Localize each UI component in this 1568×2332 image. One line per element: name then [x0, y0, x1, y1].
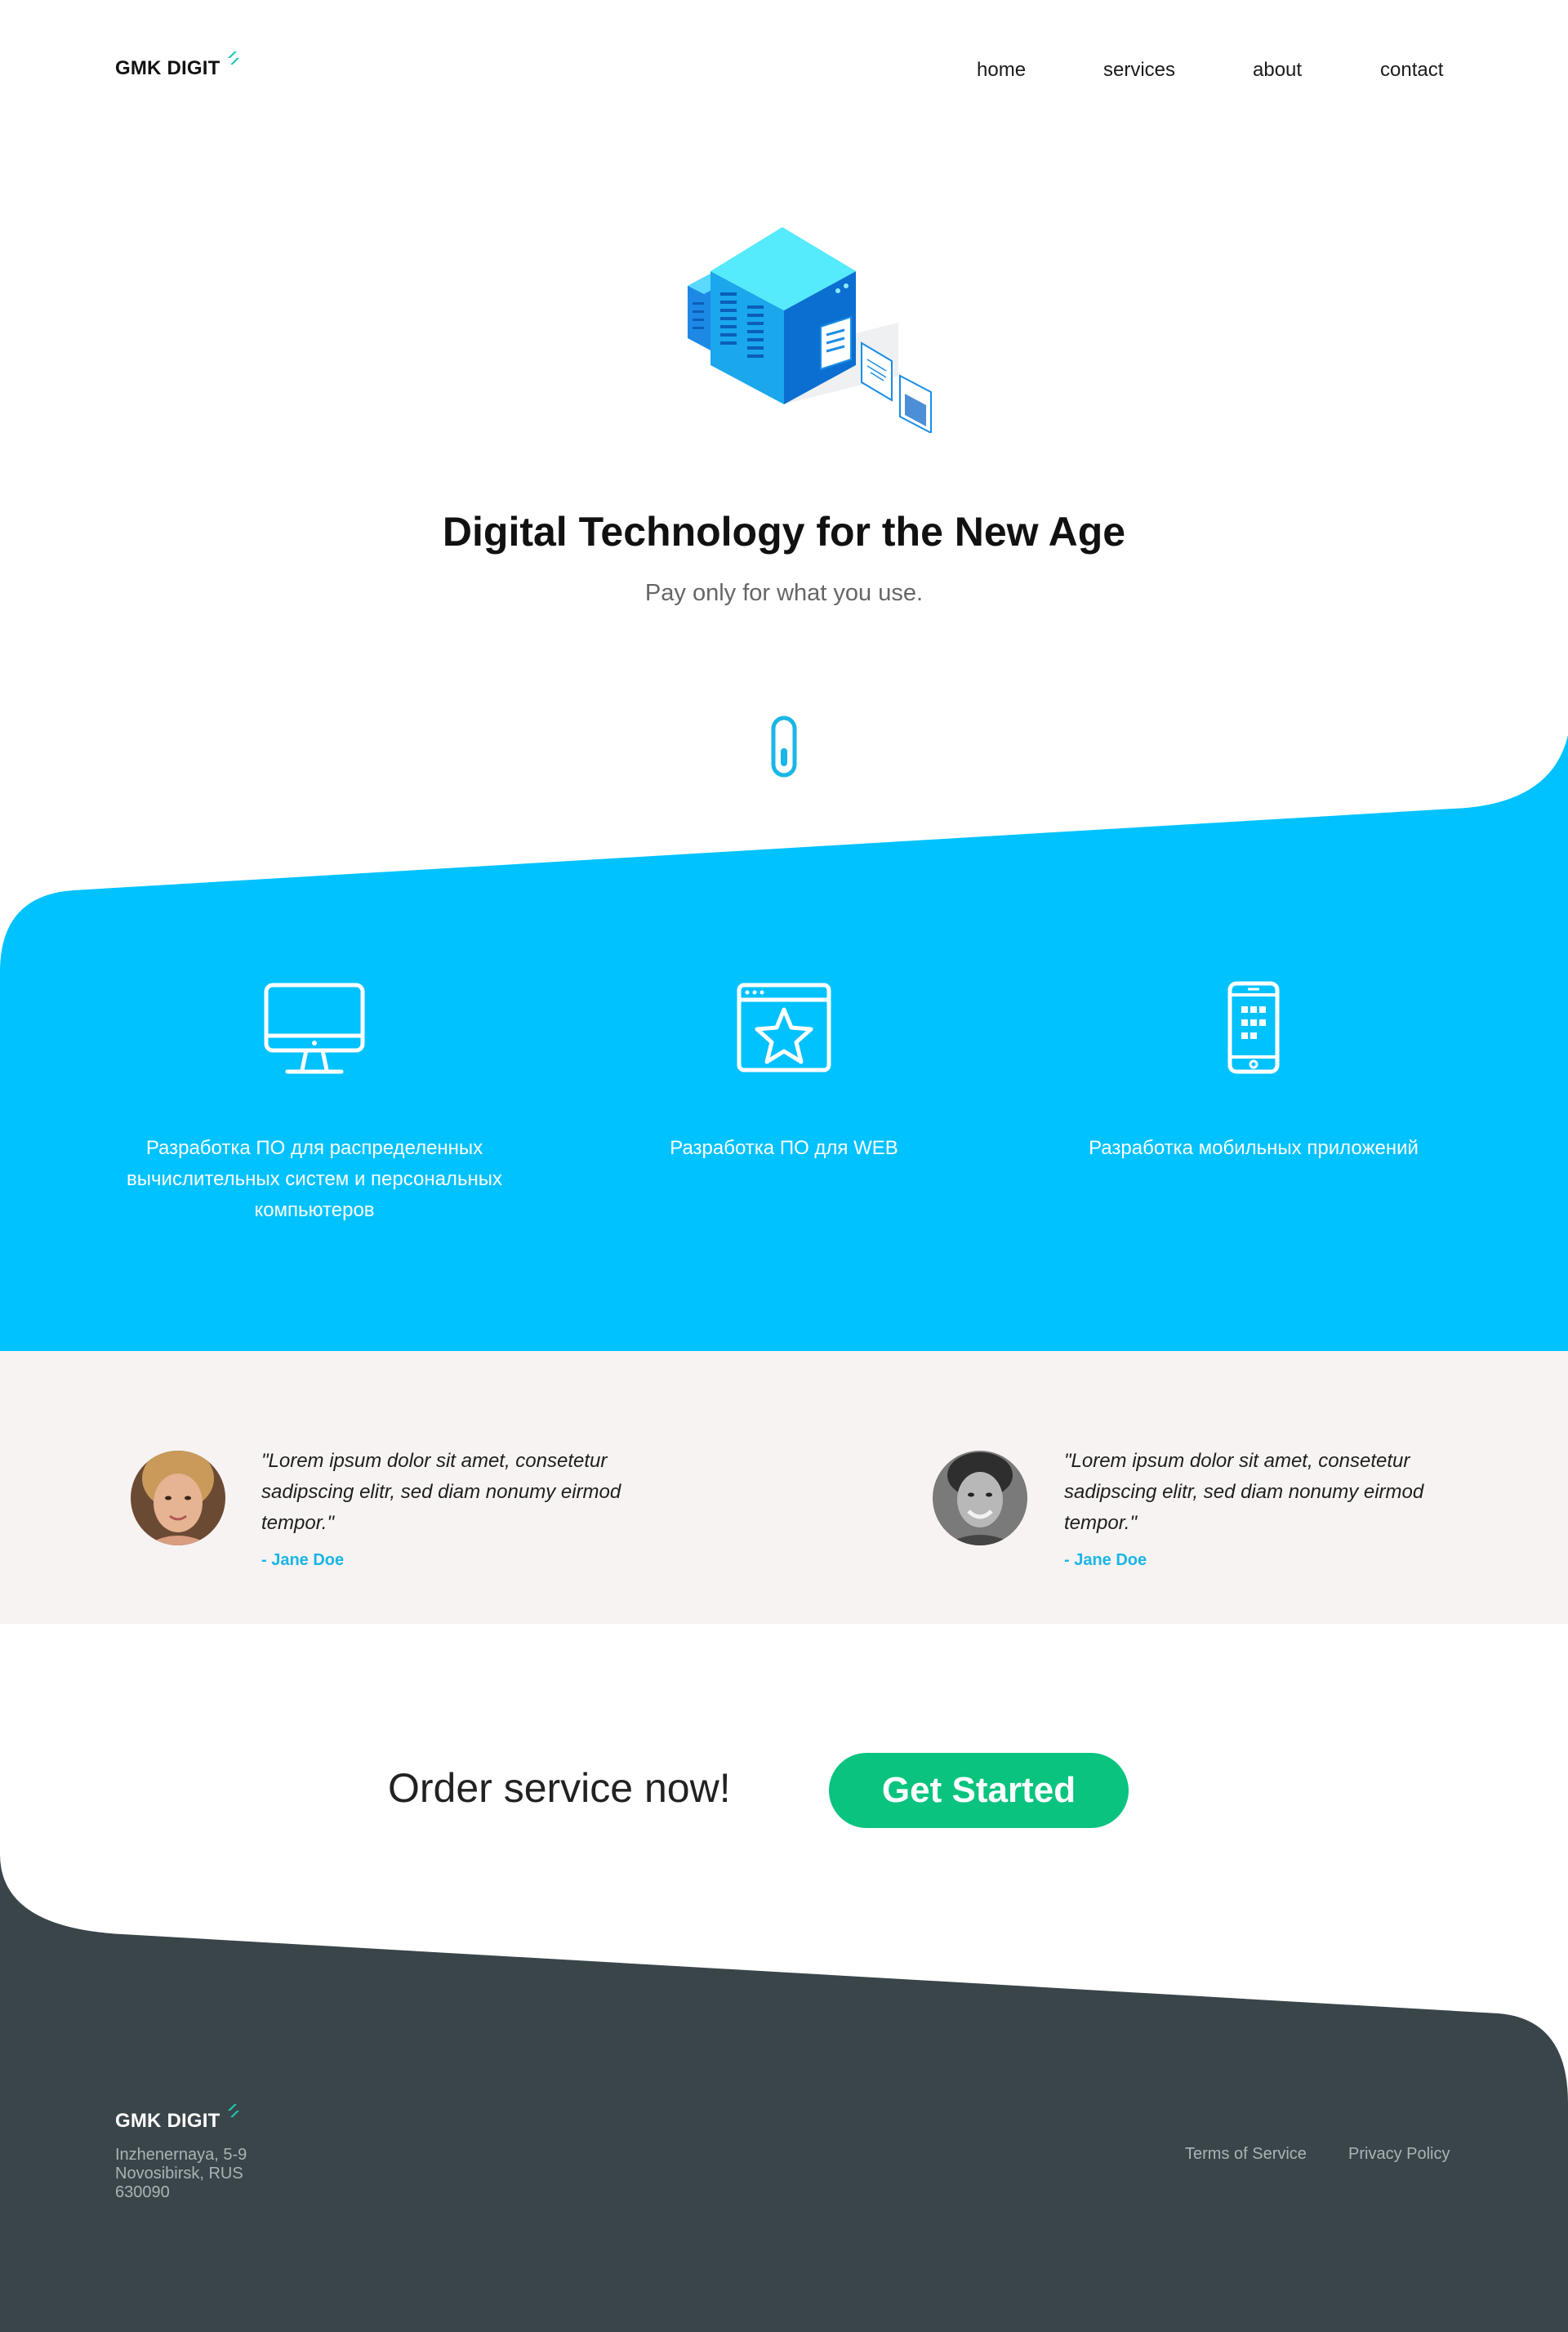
testimonial-quote: "Lorem ipsum dolor sit amet, consetetur …: [261, 1450, 621, 1534]
hero-subtitle: Pay only for what you use.: [644, 580, 924, 606]
avatar-man-image: [933, 1451, 1027, 1545]
logo-mark-icon: [228, 51, 240, 65]
web-star-icon: [737, 983, 831, 1072]
terms-of-service-link[interactable]: Terms of Service: [1185, 2145, 1307, 2164]
testimonial-author: - Jane Doe: [1064, 1551, 1147, 1569]
nav-services[interactable]: services: [1103, 59, 1175, 82]
get-started-button[interactable]: Get Started: [829, 1753, 1129, 1828]
server-isometric-illustration: [688, 227, 932, 433]
footer-band: [0, 1854, 1568, 2332]
header-logo[interactable]: GMK DIGIT: [115, 51, 241, 80]
cta-text: Order service now!: [388, 1765, 731, 1811]
address-line: Inzhenernaya, 5-9: [115, 2146, 247, 2164]
avatar-woman-image: [131, 1451, 225, 1545]
mobile-phone-icon: [1227, 981, 1280, 1074]
avatar: [131, 1451, 225, 1545]
footer-address: Inzhenernaya, 5-9 Novosibirsk, RUS 63009…: [115, 2146, 247, 2202]
scroll-down-icon[interactable]: [771, 716, 797, 778]
testimonial-author: - Jane Doe: [261, 1551, 345, 1569]
address-line: 630090: [115, 2183, 170, 2201]
avatar: [933, 1451, 1027, 1545]
nav-home[interactable]: home: [977, 59, 1026, 82]
footer-logo-text: GMK DIGIT: [115, 2110, 220, 2132]
service-text-web: Разработка ПО для WEB: [670, 1137, 898, 1159]
logo-text: GMK DIGIT: [115, 57, 220, 79]
service-text-distributed: Разработка ПО для распределенных вычисли…: [127, 1137, 502, 1221]
service-text-mobile: Разработка мобильных приложений: [1089, 1137, 1419, 1159]
nav-about[interactable]: about: [1253, 59, 1302, 82]
footer-logo[interactable]: GMK DIGIT: [115, 2104, 241, 2133]
privacy-policy-link[interactable]: Privacy Policy: [1348, 2145, 1450, 2164]
nav-contact[interactable]: contact: [1380, 59, 1443, 82]
address-line: Novosibirsk, RUS: [115, 2165, 243, 2183]
testimonial-quote: "Lorem ipsum dolor sit amet, consetetur …: [1064, 1450, 1424, 1534]
desktop-monitor-icon: [264, 983, 365, 1074]
logo-mark-icon: [228, 2104, 240, 2117]
hero-title: Digital Technology for the New Age: [442, 509, 1126, 555]
